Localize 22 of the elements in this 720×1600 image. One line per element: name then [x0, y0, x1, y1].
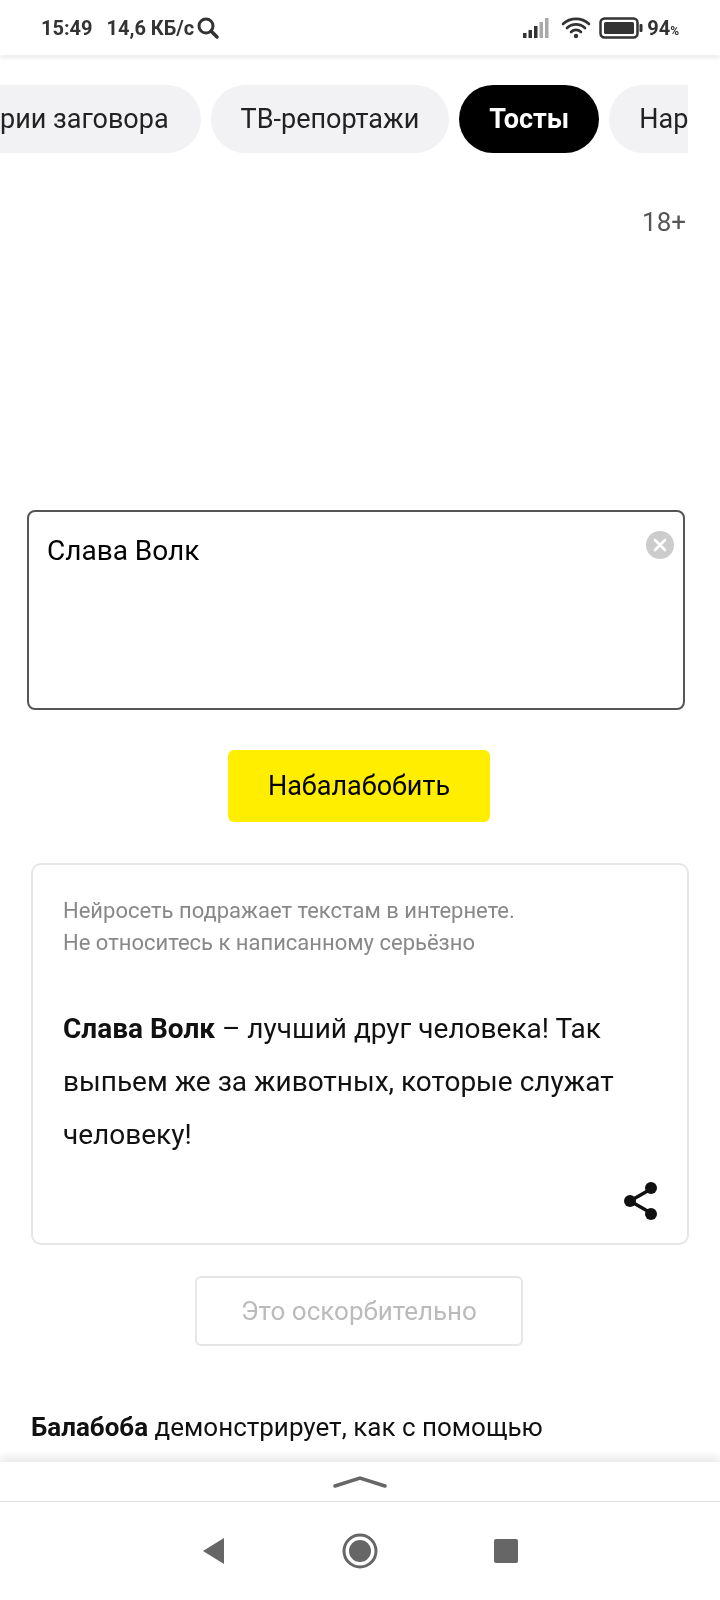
back-icon[interactable]	[202, 1537, 226, 1565]
network-speed: 14,6 КБ/с	[106, 14, 195, 42]
result-text: Слава Волк – лучший друг человека! Так выпьем же за животных, которые служат человеку!	[63, 1011, 615, 1153]
category-tab[interactable]: Тосты	[459, 85, 600, 153]
category-tab[interactable]: рии заговора	[0, 85, 201, 153]
clock-time: 15:49	[41, 14, 93, 42]
search-icon	[196, 15, 221, 40]
category-tab[interactable]: Нар	[609, 85, 689, 153]
chevron-up-icon[interactable]	[333, 1474, 387, 1489]
input-field[interactable]: Слава Волк	[27, 510, 685, 710]
about-text: Балабоба демонстрирует, как с помощью	[31, 1411, 544, 1444]
category-tab[interactable]: ТВ-репортажи	[210, 85, 450, 153]
generate-button[interactable]: Набалабобить	[228, 750, 490, 822]
percent-sign: %	[670, 23, 679, 40]
share-icon[interactable]	[622, 1181, 660, 1221]
home-icon[interactable]	[342, 1533, 378, 1569]
wifi-icon	[561, 16, 592, 39]
battery-level: 94	[647, 14, 671, 42]
battery-icon	[599, 16, 644, 39]
signal-icon	[523, 17, 550, 38]
age-rating: 18+	[642, 206, 686, 239]
disclaimer-text: Нейросеть подражает текстам в интернете. Не относитесь к написанному серьёзно	[63, 897, 516, 957]
